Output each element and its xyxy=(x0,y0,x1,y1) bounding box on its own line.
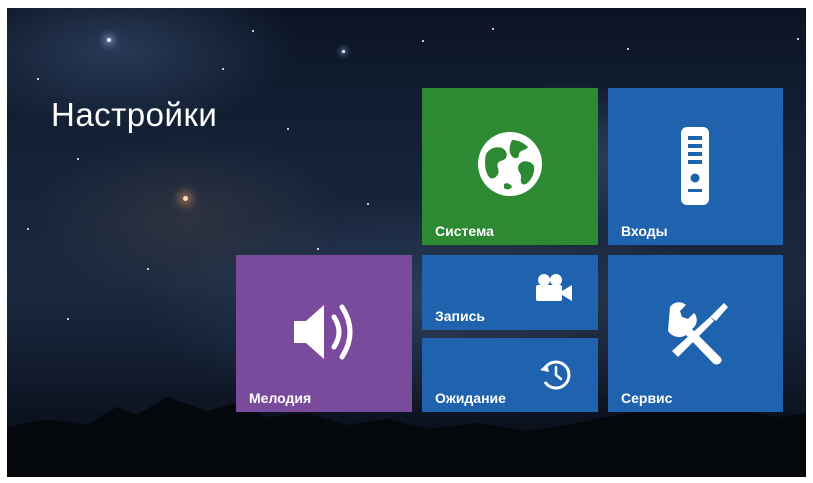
service-tile[interactable]: Сервис xyxy=(608,255,783,412)
inputs-tile[interactable]: Входы xyxy=(608,88,783,245)
record-tile[interactable]: Запись xyxy=(422,255,598,330)
inputs-label: Входы xyxy=(621,223,668,239)
page-title: Настройки xyxy=(51,96,218,133)
settings-screen: Настройки Система Входы Мелодия Запись О… xyxy=(7,8,806,477)
speaker-icon xyxy=(294,304,353,360)
timer-icon xyxy=(540,360,571,390)
system-tile[interactable]: Система xyxy=(422,88,598,245)
standby-label: Ожидание xyxy=(435,390,506,406)
tools-icon xyxy=(668,302,728,365)
record-label: Запись xyxy=(435,308,486,324)
door-panel-icon xyxy=(681,127,709,205)
melody-tile[interactable]: Мелодия xyxy=(236,255,412,412)
melody-label: Мелодия xyxy=(249,390,312,406)
system-label: Система xyxy=(435,223,494,239)
standby-tile[interactable]: Ожидание xyxy=(422,338,598,412)
service-label: Сервис xyxy=(621,390,673,406)
globe-icon xyxy=(478,132,542,196)
video-camera-icon xyxy=(536,274,572,301)
